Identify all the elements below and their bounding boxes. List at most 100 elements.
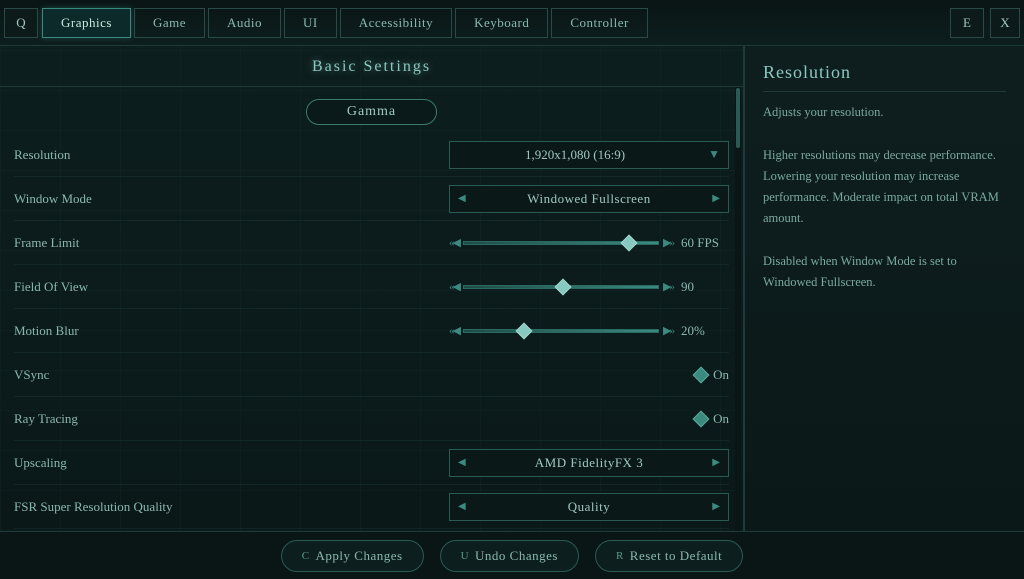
tab-controller-label: Controller bbox=[570, 15, 628, 31]
tab-graphics[interactable]: Graphics bbox=[42, 8, 131, 38]
resolution-dropdown[interactable]: 1,920x1,080 (16:9) ▼ bbox=[449, 141, 729, 169]
setting-row-frame-limit: Frame Limit «◀ ▶» 60 FPS bbox=[14, 221, 729, 265]
upscaling-arrow-right-icon: ▶ bbox=[704, 457, 728, 468]
left-panel: Basic Settings Gamma Resolution 1,920x1,… bbox=[0, 46, 744, 531]
tab-ui-label: UI bbox=[303, 15, 318, 31]
motion-blur-track bbox=[463, 329, 659, 333]
fov-control: «◀ ▶» 90 bbox=[214, 279, 729, 295]
tab-audio-label: Audio bbox=[227, 15, 262, 31]
tab-keyboard-label: Keyboard bbox=[474, 15, 529, 31]
slider-mb-left-icon: «◀ bbox=[449, 324, 459, 337]
slider-mb-right-icon: ▶» bbox=[663, 324, 673, 337]
info-description: Adjusts your resolution.Higher resolutio… bbox=[763, 105, 999, 289]
upscaling-dropdown[interactable]: ◀ AMD FidelityFX 3 ▶ bbox=[449, 449, 729, 477]
gamma-container: Gamma bbox=[0, 87, 743, 133]
slider-fov-left-icon: «◀ bbox=[449, 280, 459, 293]
resolution-control: 1,920x1,080 (16:9) ▼ bbox=[214, 141, 729, 169]
setting-row-fov: Field Of View «◀ ▶» 90 bbox=[14, 265, 729, 309]
undo-kbd: U bbox=[461, 550, 469, 562]
tab-graphics-label: Graphics bbox=[61, 15, 112, 31]
settings-area: Resolution 1,920x1,080 (16:9) ▼ Window M… bbox=[0, 133, 743, 529]
reset-label: Reset to Default bbox=[630, 548, 722, 564]
fov-slider[interactable]: «◀ ▶» 90 bbox=[449, 279, 729, 295]
reset-kbd: R bbox=[616, 550, 624, 562]
apply-kbd: C bbox=[302, 550, 310, 562]
tab-accessibility-label: Accessibility bbox=[359, 15, 433, 31]
info-title: Resolution bbox=[763, 62, 1006, 92]
setting-row-resolution: Resolution 1,920x1,080 (16:9) ▼ bbox=[14, 133, 729, 177]
section-title-text: Basic Settings bbox=[312, 58, 431, 75]
q-label: Q bbox=[16, 15, 25, 31]
fsr-arrow-right-icon: ▶ bbox=[704, 501, 728, 512]
ray-tracing-control: On bbox=[214, 411, 729, 427]
fsr-control: ◀ Quality ▶ bbox=[214, 493, 729, 521]
upscaling-arrow-left-icon: ◀ bbox=[450, 457, 474, 468]
gamma-label: Gamma bbox=[347, 104, 396, 119]
frame-limit-value: 60 FPS bbox=[681, 235, 729, 251]
setting-row-ray-tracing: Ray Tracing On bbox=[14, 397, 729, 441]
nav-e-button[interactable]: E bbox=[950, 8, 984, 38]
fov-label: Field Of View bbox=[14, 279, 214, 295]
setting-row-fsr: FSR Super Resolution Quality ◀ Quality ▶ bbox=[14, 485, 729, 529]
e-label: E bbox=[963, 15, 971, 31]
apply-changes-button[interactable]: C Apply Changes bbox=[281, 540, 424, 572]
dropdown-caret-icon: ▼ bbox=[700, 147, 728, 162]
fsr-label: FSR Super Resolution Quality bbox=[14, 499, 214, 515]
tab-accessibility[interactable]: Accessibility bbox=[340, 8, 452, 38]
bottom-bar: C Apply Changes U Undo Changes R Reset t… bbox=[0, 531, 1024, 579]
vsync-diamond-icon bbox=[693, 366, 710, 383]
motion-blur-thumb bbox=[516, 322, 533, 339]
right-panel: Resolution Adjusts your resolution.Highe… bbox=[744, 46, 1024, 531]
frame-limit-control: «◀ ▶» 60 FPS bbox=[214, 235, 729, 251]
setting-row-upscaling: Upscaling ◀ AMD FidelityFX 3 ▶ bbox=[14, 441, 729, 485]
motion-blur-label: Motion Blur bbox=[14, 323, 214, 339]
tab-ui[interactable]: UI bbox=[284, 8, 337, 38]
info-text: Adjusts your resolution.Higher resolutio… bbox=[763, 102, 1006, 293]
fov-track bbox=[463, 285, 659, 289]
frame-limit-thumb bbox=[621, 234, 638, 251]
window-mode-dropdown[interactable]: ◀ Windowed Fullscreen ▶ bbox=[449, 185, 729, 213]
fsr-dropdown[interactable]: ◀ Quality ▶ bbox=[449, 493, 729, 521]
undo-changes-button[interactable]: U Undo Changes bbox=[440, 540, 579, 572]
tab-game-label: Game bbox=[153, 15, 186, 31]
undo-label: Undo Changes bbox=[475, 548, 558, 564]
vsync-toggle[interactable]: On bbox=[695, 367, 729, 383]
x-label: X bbox=[1000, 15, 1009, 31]
slider-fov-right-icon: ▶» bbox=[663, 280, 673, 293]
motion-blur-control: «◀ ▶» 20% bbox=[214, 323, 729, 339]
window-mode-value: Windowed Fullscreen bbox=[474, 191, 705, 207]
gamma-button[interactable]: Gamma bbox=[306, 99, 437, 125]
apply-label: Apply Changes bbox=[316, 548, 403, 564]
frame-limit-label: Frame Limit bbox=[14, 235, 214, 251]
section-title: Basic Settings bbox=[0, 46, 743, 87]
window-mode-label: Window Mode bbox=[14, 191, 214, 207]
frame-limit-track bbox=[463, 241, 659, 245]
nav-q-button[interactable]: Q bbox=[4, 8, 38, 38]
tab-controller[interactable]: Controller bbox=[551, 8, 647, 38]
frame-limit-slider[interactable]: «◀ ▶» 60 FPS bbox=[449, 235, 729, 251]
ray-tracing-toggle[interactable]: On bbox=[695, 411, 729, 427]
fsr-arrow-left-icon: ◀ bbox=[450, 501, 474, 512]
fsr-value: Quality bbox=[474, 499, 705, 515]
main-layout: Basic Settings Gamma Resolution 1,920x1,… bbox=[0, 46, 1024, 531]
upscaling-control: ◀ AMD FidelityFX 3 ▶ bbox=[214, 449, 729, 477]
arrow-right-icon: ▶ bbox=[704, 193, 728, 204]
nav-x-button[interactable]: X bbox=[990, 8, 1020, 38]
upscaling-label: Upscaling bbox=[14, 455, 214, 471]
motion-blur-slider[interactable]: «◀ ▶» 20% bbox=[449, 323, 729, 339]
tab-game[interactable]: Game bbox=[134, 8, 205, 38]
ray-tracing-diamond-icon bbox=[693, 410, 710, 427]
reset-to-default-button[interactable]: R Reset to Default bbox=[595, 540, 743, 572]
tab-audio[interactable]: Audio bbox=[208, 8, 281, 38]
top-nav: Q Graphics Game Audio UI Accessibility K… bbox=[0, 0, 1024, 46]
resolution-value: 1,920x1,080 (16:9) bbox=[450, 147, 700, 163]
ray-tracing-value: On bbox=[713, 411, 729, 427]
window-mode-control: ◀ Windowed Fullscreen ▶ bbox=[214, 185, 729, 213]
setting-row-vsync: VSync On bbox=[14, 353, 729, 397]
tab-keyboard[interactable]: Keyboard bbox=[455, 8, 548, 38]
resolution-label: Resolution bbox=[14, 147, 214, 163]
setting-row-window-mode: Window Mode ◀ Windowed Fullscreen ▶ bbox=[14, 177, 729, 221]
vsync-value: On bbox=[713, 367, 729, 383]
fov-thumb bbox=[555, 278, 572, 295]
fov-value: 90 bbox=[681, 279, 729, 295]
